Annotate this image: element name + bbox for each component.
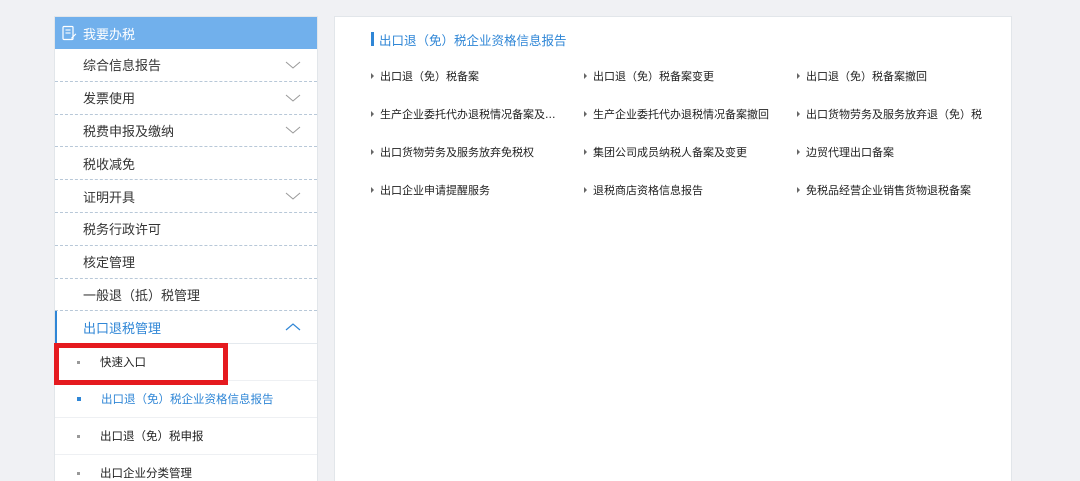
link-refund-filing-withdraw[interactable]: 出口退（免）税备案撤回 bbox=[797, 67, 1011, 84]
triangle-right-icon bbox=[371, 186, 374, 193]
triangle-right-icon bbox=[584, 72, 587, 79]
sidebar-item-label: 出口退税管理 bbox=[83, 321, 162, 337]
sidebar-item-tax-declaration[interactable]: 税费申报及缴纳 bbox=[55, 115, 317, 148]
sidebar-item-label: 发票使用 bbox=[83, 92, 136, 108]
sidebar-item-invoice-use[interactable]: 发票使用 bbox=[55, 82, 317, 115]
link-agent-filing[interactable]: 生产企业委托代办退税情况备案及... bbox=[371, 105, 584, 122]
sub-item-classification[interactable]: 出口企业分类管理 bbox=[55, 455, 317, 481]
main-panel: 出口退（免）税企业资格信息报告 出口退（免）税备案 出口退（免）税备案变更 出口… bbox=[334, 16, 1012, 481]
sub-item-label: 出口退（免）税申报 bbox=[100, 429, 204, 444]
bullet-icon bbox=[77, 360, 80, 364]
sidebar-item-label: 综合信息报告 bbox=[83, 59, 162, 75]
triangle-right-icon bbox=[371, 148, 374, 155]
chevron-down-icon bbox=[285, 191, 301, 201]
triangle-right-icon bbox=[797, 186, 800, 193]
sidebar-item-label: 证明开具 bbox=[83, 190, 136, 206]
sidebar-item-comprehensive-info[interactable]: 综合信息报告 bbox=[55, 49, 317, 82]
sidebar-item-certificate[interactable]: 证明开具 bbox=[55, 180, 317, 213]
triangle-right-icon bbox=[584, 148, 587, 155]
bullet-icon bbox=[77, 434, 80, 438]
triangle-right-icon bbox=[797, 72, 800, 79]
chevron-down-icon bbox=[285, 93, 301, 103]
link-duty-free-filing[interactable]: 免税品经营企业销售货物退税备案 bbox=[797, 181, 1011, 198]
chevron-down-icon bbox=[285, 125, 301, 135]
link-waive-refund[interactable]: 出口货物劳务及服务放弃退（免）税 bbox=[797, 105, 1011, 122]
link-group-member-filing[interactable]: 集团公司成员纳税人备案及变更 bbox=[584, 143, 797, 160]
sub-item-quick-entry[interactable]: 快速入口 bbox=[55, 344, 317, 382]
sidebar-item-tax-reduction[interactable]: 税收减免 bbox=[55, 147, 317, 181]
sidebar-item-label: 税收减免 bbox=[83, 157, 136, 173]
link-reminder-service[interactable]: 出口企业申请提醒服务 bbox=[371, 181, 584, 198]
sidebar-item-admin-permit[interactable]: 税务行政许可 bbox=[55, 213, 317, 246]
title-accent-bar bbox=[371, 32, 374, 46]
triangle-right-icon bbox=[371, 72, 374, 79]
sidebar-item-label: 税费申报及缴纳 bbox=[83, 124, 175, 140]
sub-item-refund-declaration[interactable]: 出口退（免）税申报 bbox=[55, 418, 317, 456]
sidebar-item-label: 核定管理 bbox=[83, 256, 136, 272]
sidebar-item-assessment[interactable]: 核定管理 bbox=[55, 246, 317, 279]
sub-item-label: 出口退（免）税企业资格信息报告 bbox=[101, 392, 274, 407]
triangle-right-icon bbox=[584, 186, 587, 193]
tax-form-icon bbox=[61, 25, 77, 41]
sidebar-item-export-refund[interactable]: 出口退税管理 bbox=[55, 311, 317, 345]
link-waive-exemption[interactable]: 出口货物劳务及服务放弃免税权 bbox=[371, 143, 584, 160]
sidebar-item-general-refund[interactable]: 一般退（抵）税管理 bbox=[55, 279, 317, 312]
page-title: 出口退（免）税企业资格信息报告 bbox=[371, 31, 567, 48]
bullet-icon bbox=[77, 471, 80, 475]
sidebar: 我要办税 综合信息报告 发票使用 税费申报及缴纳 税收减免 证明开具 税务行政许… bbox=[54, 16, 318, 481]
link-refund-filing[interactable]: 出口退（免）税备案 bbox=[371, 67, 584, 84]
triangle-right-icon bbox=[797, 148, 800, 155]
link-grid: 出口退（免）税备案 出口退（免）税备案变更 出口退（免）税备案撤回 生产企业委托… bbox=[371, 67, 1011, 198]
chevron-down-icon bbox=[285, 60, 301, 70]
link-border-trade-filing[interactable]: 边贸代理出口备案 bbox=[797, 143, 1011, 160]
triangle-right-icon bbox=[797, 110, 800, 117]
triangle-right-icon bbox=[584, 110, 587, 117]
bullet-icon bbox=[77, 397, 81, 402]
triangle-right-icon bbox=[371, 110, 374, 117]
chevron-up-icon bbox=[285, 322, 301, 332]
sidebar-header[interactable]: 我要办税 bbox=[55, 17, 317, 49]
sidebar-header-label: 我要办税 bbox=[83, 27, 136, 43]
sub-item-label: 出口企业分类管理 bbox=[100, 466, 192, 481]
sub-item-label: 快速入口 bbox=[100, 355, 146, 370]
link-agent-filing-withdraw[interactable]: 生产企业委托代办退税情况备案撤回 bbox=[584, 105, 797, 122]
sidebar-item-label: 税务行政许可 bbox=[83, 223, 162, 239]
link-refund-store-report[interactable]: 退税商店资格信息报告 bbox=[584, 181, 797, 198]
sub-item-qualification-report[interactable]: 出口退（免）税企业资格信息报告 bbox=[55, 381, 317, 419]
sidebar-item-label: 一般退（抵）税管理 bbox=[83, 288, 201, 304]
link-refund-filing-change[interactable]: 出口退（免）税备案变更 bbox=[584, 67, 797, 84]
page-title-text: 出口退（免）税企业资格信息报告 bbox=[379, 32, 567, 48]
